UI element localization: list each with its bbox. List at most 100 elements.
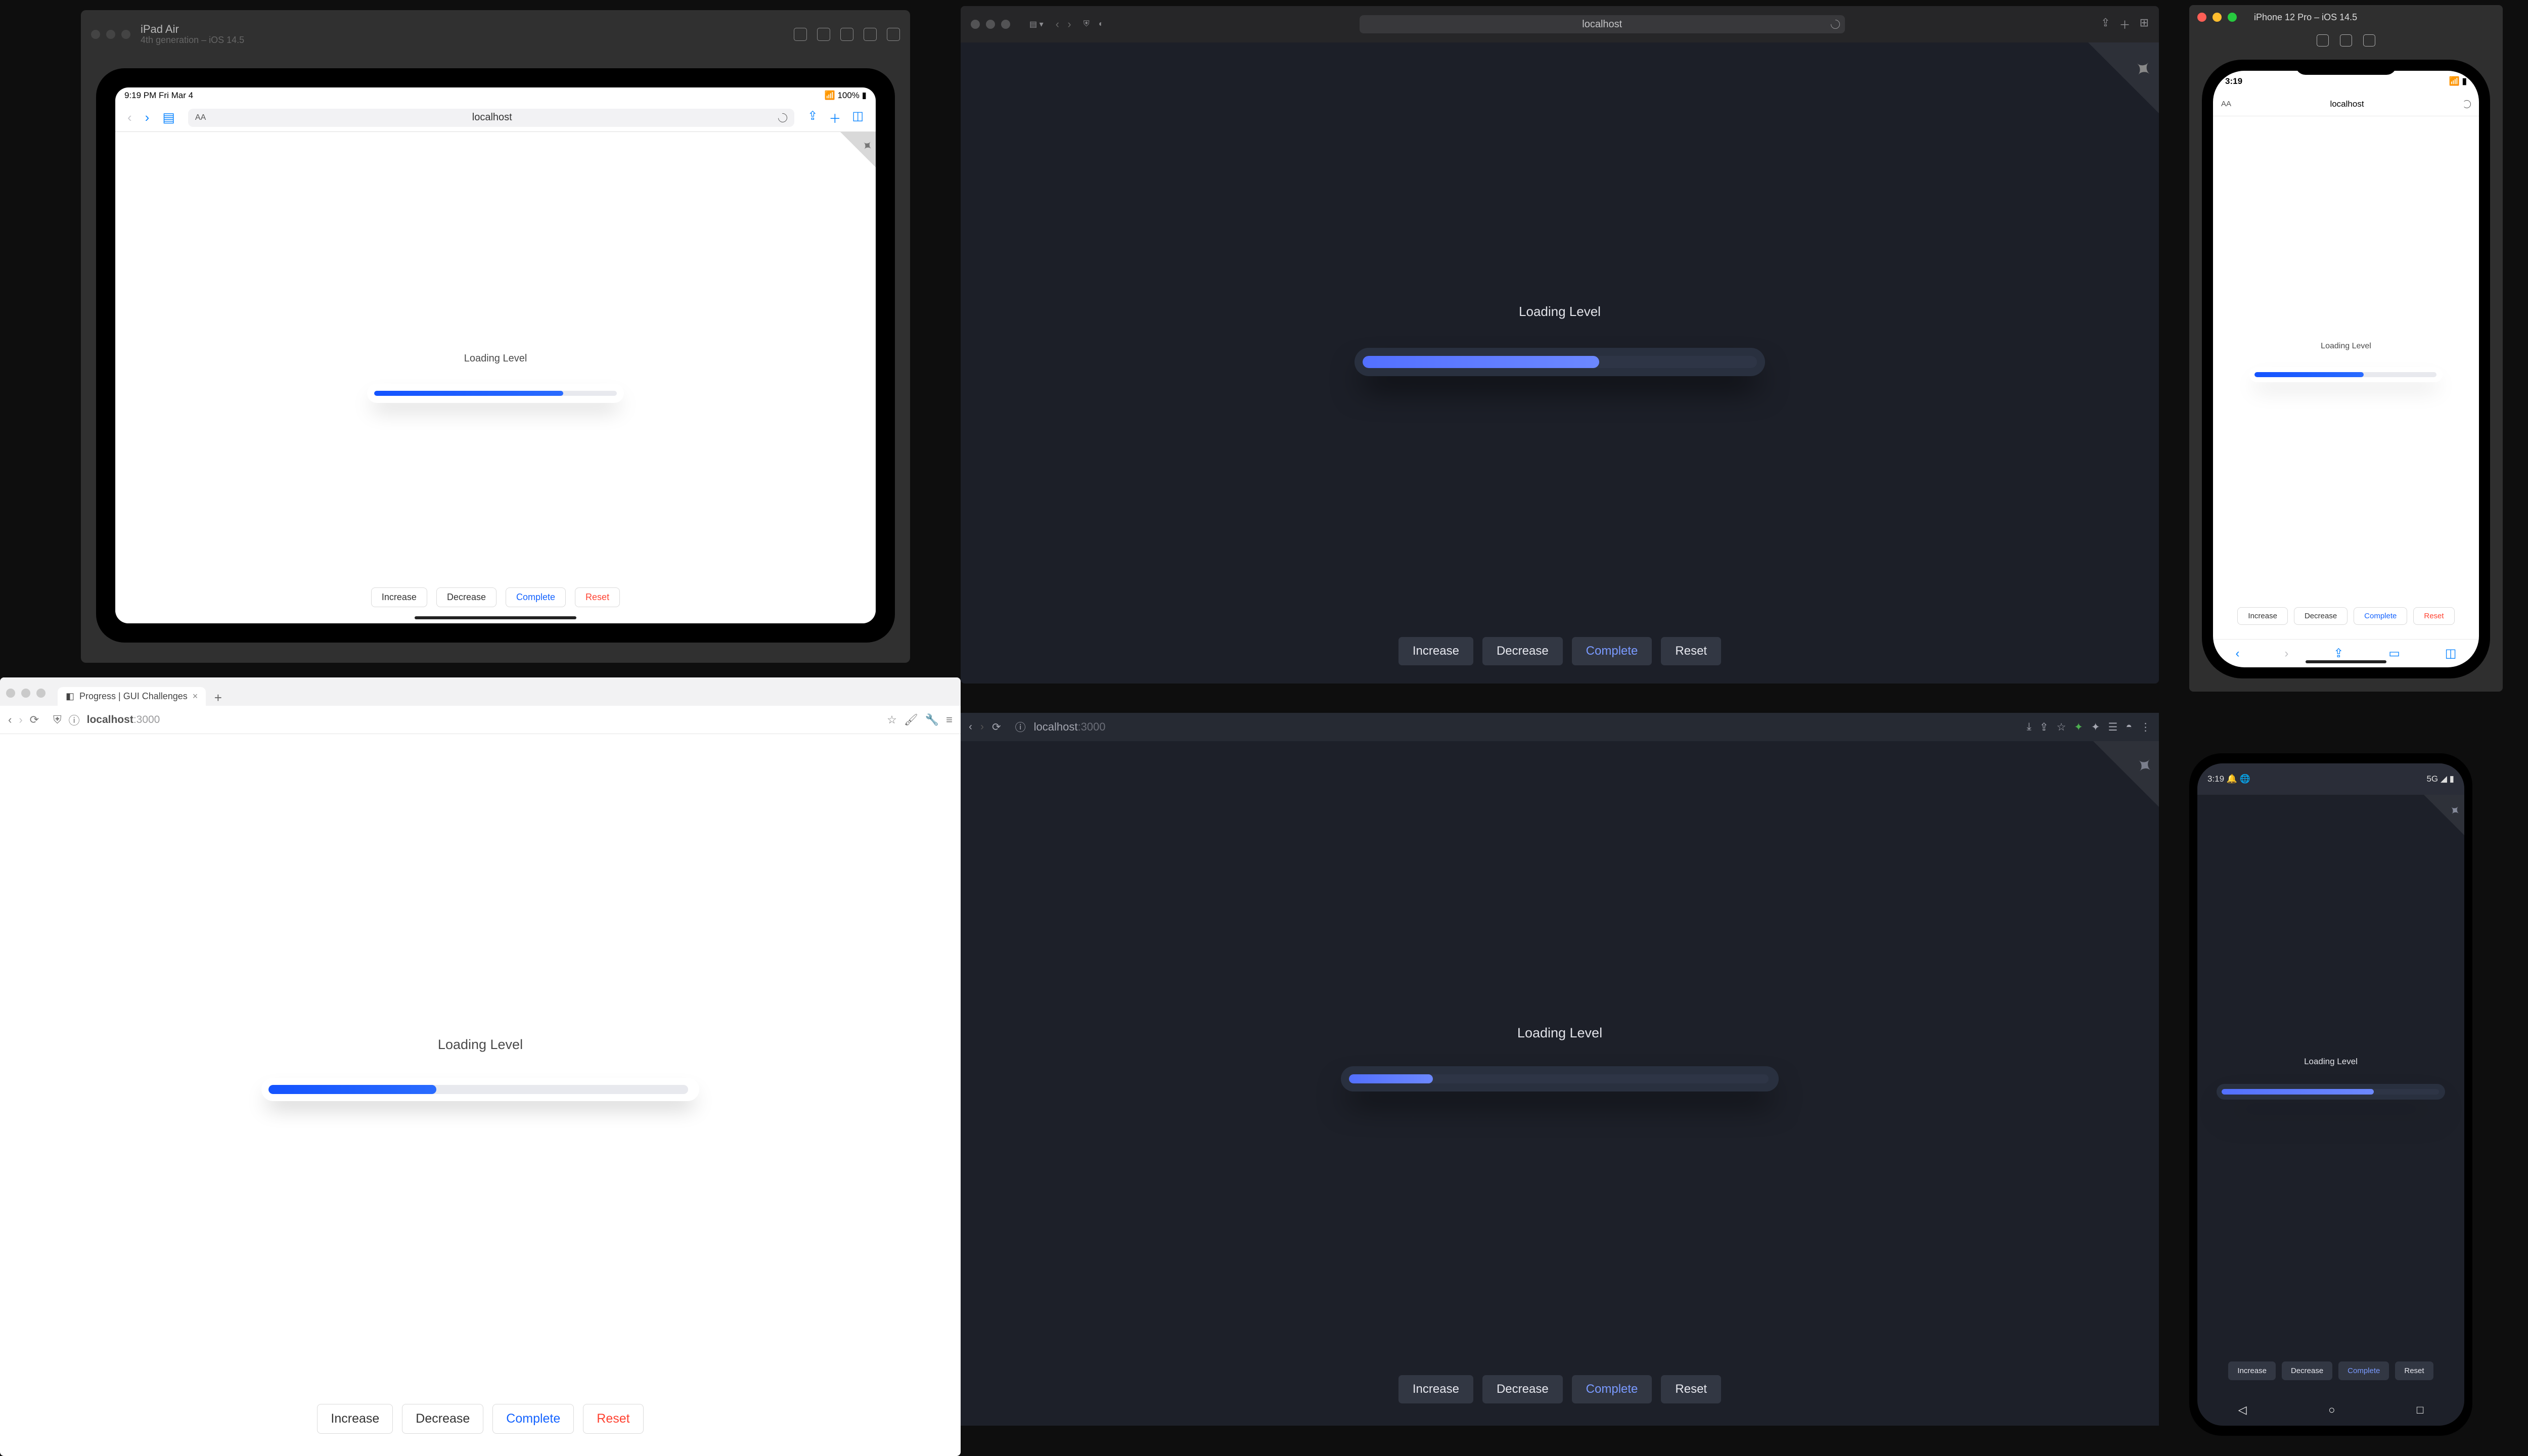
zoom-dot[interactable] <box>36 689 46 698</box>
reset-button[interactable]: Reset <box>583 1404 643 1434</box>
increase-button[interactable]: Increase <box>1398 1375 1473 1403</box>
increase-button[interactable]: Increase <box>1398 637 1473 665</box>
screenshot-icon[interactable] <box>2317 34 2329 47</box>
download-icon[interactable] <box>2027 721 2032 733</box>
shield-icon[interactable] <box>53 713 62 726</box>
minimize-dot[interactable] <box>986 20 995 29</box>
share-icon[interactable] <box>2333 646 2343 661</box>
reading-list-icon[interactable]: ☰ <box>2108 721 2117 734</box>
reset-button[interactable]: Reset <box>2395 1361 2433 1380</box>
devtools-icon[interactable]: 🔧 <box>925 713 939 726</box>
tab-active[interactable]: ◧ Progress | GUI Challenges × <box>58 687 206 706</box>
increase-button[interactable]: Increase <box>317 1404 393 1434</box>
visbug-corner[interactable]: ✦ <box>2088 42 2159 113</box>
reload-icon[interactable]: ⟳ <box>992 721 1001 734</box>
home-icon[interactable]: ○ <box>2328 1403 2335 1417</box>
forward-icon[interactable] <box>2284 647 2288 661</box>
reset-button[interactable]: Reset <box>2413 607 2454 625</box>
forward-icon[interactable] <box>1067 18 1071 30</box>
back-icon[interactable] <box>969 721 972 733</box>
bookmark-star-icon[interactable] <box>887 713 897 726</box>
decrease-button[interactable]: Decrease <box>436 587 496 607</box>
close-tab-icon[interactable]: × <box>193 691 198 702</box>
complete-button[interactable]: Complete <box>2354 607 2407 625</box>
safari-url-bar[interactable]: AA localhost <box>2213 92 2479 116</box>
eyedropper-icon[interactable]: 🖌 <box>904 713 918 726</box>
decrease-button[interactable]: Decrease <box>1482 1375 1563 1403</box>
privacy-icon[interactable] <box>1084 20 1090 29</box>
complete-button[interactable]: Complete <box>1572 1375 1652 1403</box>
zoom-dot[interactable] <box>1001 20 1010 29</box>
new-tab-button[interactable]: + <box>210 690 226 706</box>
close-dot[interactable] <box>6 689 15 698</box>
close-dot[interactable] <box>971 20 980 29</box>
minimize-dot[interactable] <box>106 30 115 39</box>
theme-toggle-icon[interactable]: ◐ <box>1099 20 1104 29</box>
new-tab-icon[interactable] <box>829 109 841 126</box>
tabs-icon[interactable] <box>2445 646 2457 661</box>
decrease-button[interactable]: Decrease <box>2282 1361 2332 1380</box>
site-info-icon[interactable] <box>69 712 80 728</box>
forward-icon[interactable] <box>980 721 984 733</box>
complete-button[interactable]: Complete <box>492 1404 574 1434</box>
visbug-corner[interactable]: ✦ <box>2424 795 2464 835</box>
bookmark-icon[interactable] <box>887 28 900 41</box>
share-icon[interactable] <box>2101 16 2110 32</box>
extension-icon[interactable] <box>2074 721 2083 734</box>
bookmarks-icon[interactable] <box>2388 646 2400 661</box>
back-icon[interactable]: ◁ <box>2238 1403 2247 1417</box>
extensions-puzzle-icon[interactable] <box>2091 721 2100 734</box>
sidebar-icon[interactable]: ▤ <box>162 110 175 125</box>
decrease-button[interactable]: Decrease <box>402 1404 483 1434</box>
record-icon[interactable] <box>794 28 807 41</box>
site-info-icon[interactable] <box>1015 719 1026 735</box>
home-icon[interactable] <box>2340 34 2352 47</box>
back-icon[interactable] <box>1056 18 1059 30</box>
reload-icon[interactable]: ⟳ <box>30 713 39 726</box>
close-dot[interactable] <box>2197 13 2206 22</box>
new-tab-icon[interactable] <box>2119 16 2131 32</box>
url-text[interactable]: localhost:3000 <box>87 714 880 726</box>
increase-button[interactable]: Increase <box>2237 607 2288 625</box>
complete-button[interactable]: Complete <box>1572 637 1652 665</box>
complete-button[interactable]: Complete <box>506 587 566 607</box>
share-icon[interactable] <box>807 109 818 126</box>
back-icon[interactable] <box>8 713 12 726</box>
increase-button[interactable]: Increase <box>371 587 427 607</box>
url-text[interactable]: localhost:3000 <box>1034 720 2019 734</box>
reload-icon[interactable] <box>777 111 789 124</box>
tabs-icon[interactable] <box>852 109 864 126</box>
reload-icon[interactable] <box>2463 100 2471 108</box>
reset-button[interactable]: Reset <box>1661 637 1721 665</box>
reset-button[interactable]: Reset <box>575 587 620 607</box>
reader-aa-icon[interactable]: AA <box>2221 100 2231 108</box>
tab-overview-icon[interactable] <box>2140 16 2149 32</box>
share-icon[interactable] <box>2040 721 2049 734</box>
kebab-menu-icon[interactable] <box>2140 721 2151 734</box>
profile-avatar-icon[interactable]: ◓ <box>2126 721 2132 733</box>
reader-aa-icon[interactable]: AA <box>195 113 206 122</box>
rotate-icon[interactable] <box>840 28 853 41</box>
bookmark-star-icon[interactable] <box>2056 721 2066 734</box>
url-field[interactable]: localhost <box>1360 15 1845 33</box>
url-field[interactable]: AA localhost <box>188 109 794 127</box>
back-icon[interactable] <box>2235 647 2239 661</box>
sidebar-toggle-icon[interactable]: ▤ ▾ <box>1029 19 1044 29</box>
recents-icon[interactable]: □ <box>2417 1403 2423 1417</box>
minimize-dot[interactable] <box>21 689 30 698</box>
screenshot-icon[interactable] <box>817 28 830 41</box>
decrease-button[interactable]: Decrease <box>1482 637 1563 665</box>
visbug-corner[interactable]: ✦ <box>840 132 876 167</box>
forward-icon[interactable] <box>145 110 150 125</box>
bookmark-icon[interactable] <box>2363 34 2375 47</box>
close-dot[interactable] <box>91 30 100 39</box>
hamburger-menu-icon[interactable] <box>946 713 953 726</box>
zoom-dot[interactable] <box>121 30 130 39</box>
reload-icon[interactable] <box>1829 18 1841 30</box>
reset-button[interactable]: Reset <box>1661 1375 1721 1403</box>
zoom-dot[interactable] <box>2228 13 2237 22</box>
back-icon[interactable] <box>127 110 132 125</box>
minimize-dot[interactable] <box>2213 13 2222 22</box>
forward-icon[interactable] <box>19 713 22 726</box>
increase-button[interactable]: Increase <box>2228 1361 2276 1380</box>
